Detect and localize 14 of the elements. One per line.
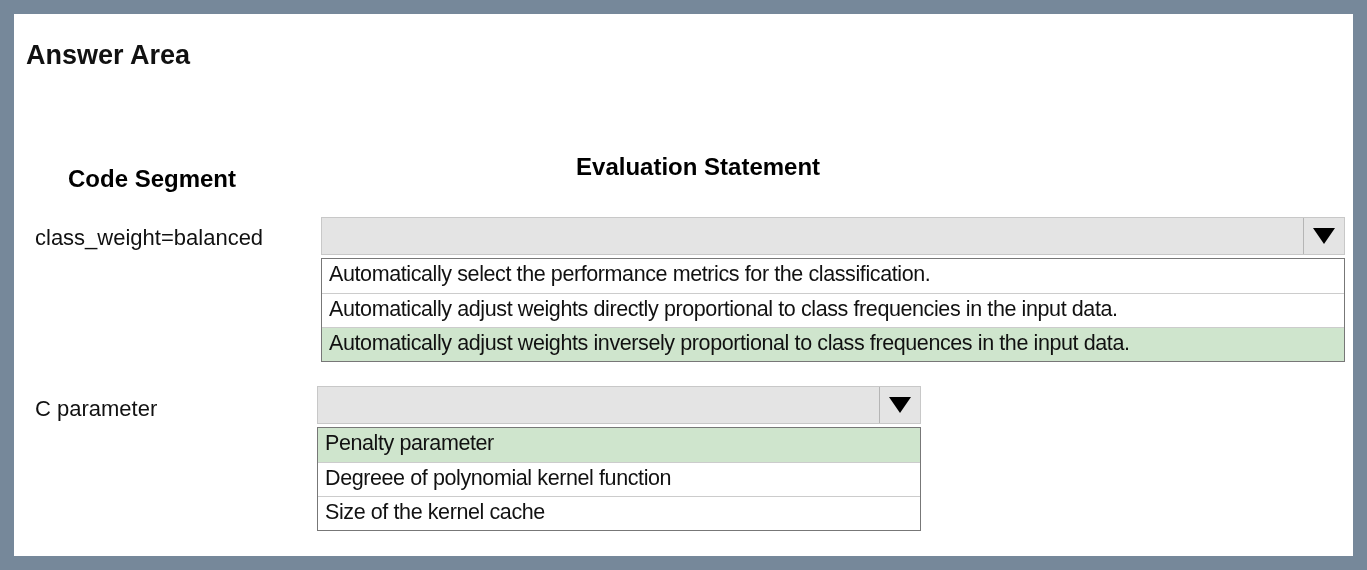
column-heading: Code Segment bbox=[68, 165, 237, 194]
dropdown-option[interactable]: Automatically adjust weights inversely proportional to class frequences in the input data. bbox=[322, 327, 1344, 361]
caret-icon bbox=[1313, 228, 1335, 244]
dropdown-option[interactable]: Penalty parameter bbox=[318, 428, 920, 462]
dropdown-option[interactable]: Degreee of polynomial kernel function bbox=[318, 462, 920, 496]
dropdown-option[interactable]: Size of the kernel cache bbox=[318, 496, 920, 530]
dropdown[interactable] bbox=[321, 217, 1345, 255]
column-heading: Evaluation Statement bbox=[576, 153, 821, 182]
caret-icon bbox=[889, 397, 911, 413]
code-segment-label: class_weight=balanced bbox=[34, 224, 265, 252]
code-segment-label: C parameter bbox=[34, 395, 159, 423]
answer-area-title: Answer Area bbox=[26, 40, 192, 71]
dropdown-option[interactable]: Automatically select the performance metrics for the classification. bbox=[322, 259, 1344, 293]
dropdown[interactable] bbox=[317, 386, 921, 424]
